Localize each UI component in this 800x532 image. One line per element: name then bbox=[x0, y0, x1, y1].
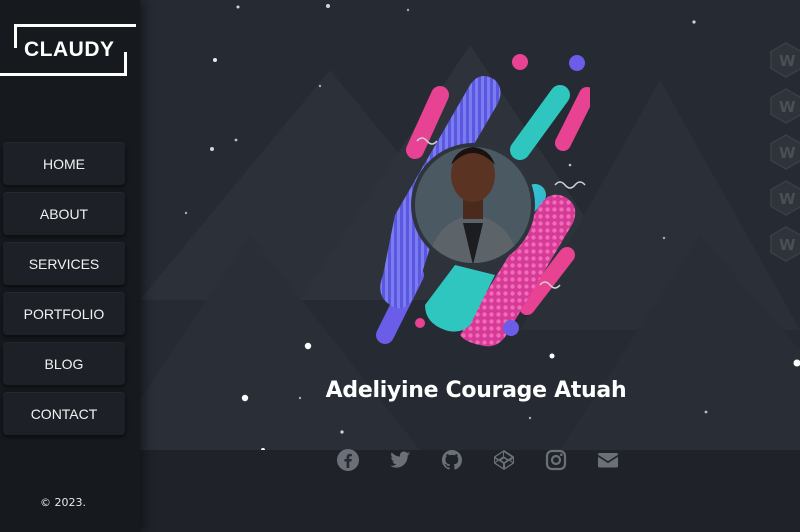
logo[interactable]: CLAUDY bbox=[0, 24, 136, 76]
codepen-icon[interactable] bbox=[492, 446, 516, 474]
instagram-icon[interactable] bbox=[544, 446, 568, 474]
skill-letter: W bbox=[779, 144, 796, 162]
mail-icon[interactable] bbox=[596, 446, 620, 474]
skills-column: W W W W W bbox=[770, 42, 800, 272]
facebook-icon[interactable] bbox=[336, 446, 360, 474]
skill-letter: W bbox=[779, 236, 796, 254]
page-background: CLAUDY HOME ABOUT SERVICES PORTFOLIO BLO… bbox=[0, 0, 800, 532]
social-links bbox=[336, 446, 620, 474]
skill-letter: W bbox=[779, 190, 796, 208]
skill-hexagon: W bbox=[770, 180, 800, 216]
sidebar: CLAUDY HOME ABOUT SERVICES PORTFOLIO BLO… bbox=[0, 0, 140, 532]
skill-letter: W bbox=[779, 52, 796, 70]
skill-hexagon: W bbox=[770, 88, 800, 124]
logo-text: CLAUDY bbox=[24, 38, 115, 61]
profile-name: Adeliyine Courage Atuah bbox=[325, 378, 627, 403]
skill-hexagon: W bbox=[770, 42, 800, 78]
nav-item-home[interactable]: HOME bbox=[3, 142, 125, 185]
skill-letter: W bbox=[779, 98, 796, 116]
nav-menu: HOME ABOUT SERVICES PORTFOLIO BLOG CONTA… bbox=[3, 142, 125, 442]
nav-item-blog[interactable]: BLOG bbox=[3, 342, 125, 385]
profile-artwork bbox=[376, 54, 590, 347]
nav-item-portfolio[interactable]: PORTFOLIO bbox=[3, 292, 125, 335]
copyright: © 2023. bbox=[40, 496, 86, 509]
nav-item-about[interactable]: ABOUT bbox=[3, 192, 125, 235]
skill-hexagon: W bbox=[770, 226, 800, 262]
nav-item-contact[interactable]: CONTACT bbox=[3, 392, 125, 435]
skill-hexagon: W bbox=[770, 134, 800, 170]
twitter-icon[interactable] bbox=[388, 446, 412, 474]
github-icon[interactable] bbox=[440, 446, 464, 474]
nav-item-services[interactable]: SERVICES bbox=[3, 242, 125, 285]
